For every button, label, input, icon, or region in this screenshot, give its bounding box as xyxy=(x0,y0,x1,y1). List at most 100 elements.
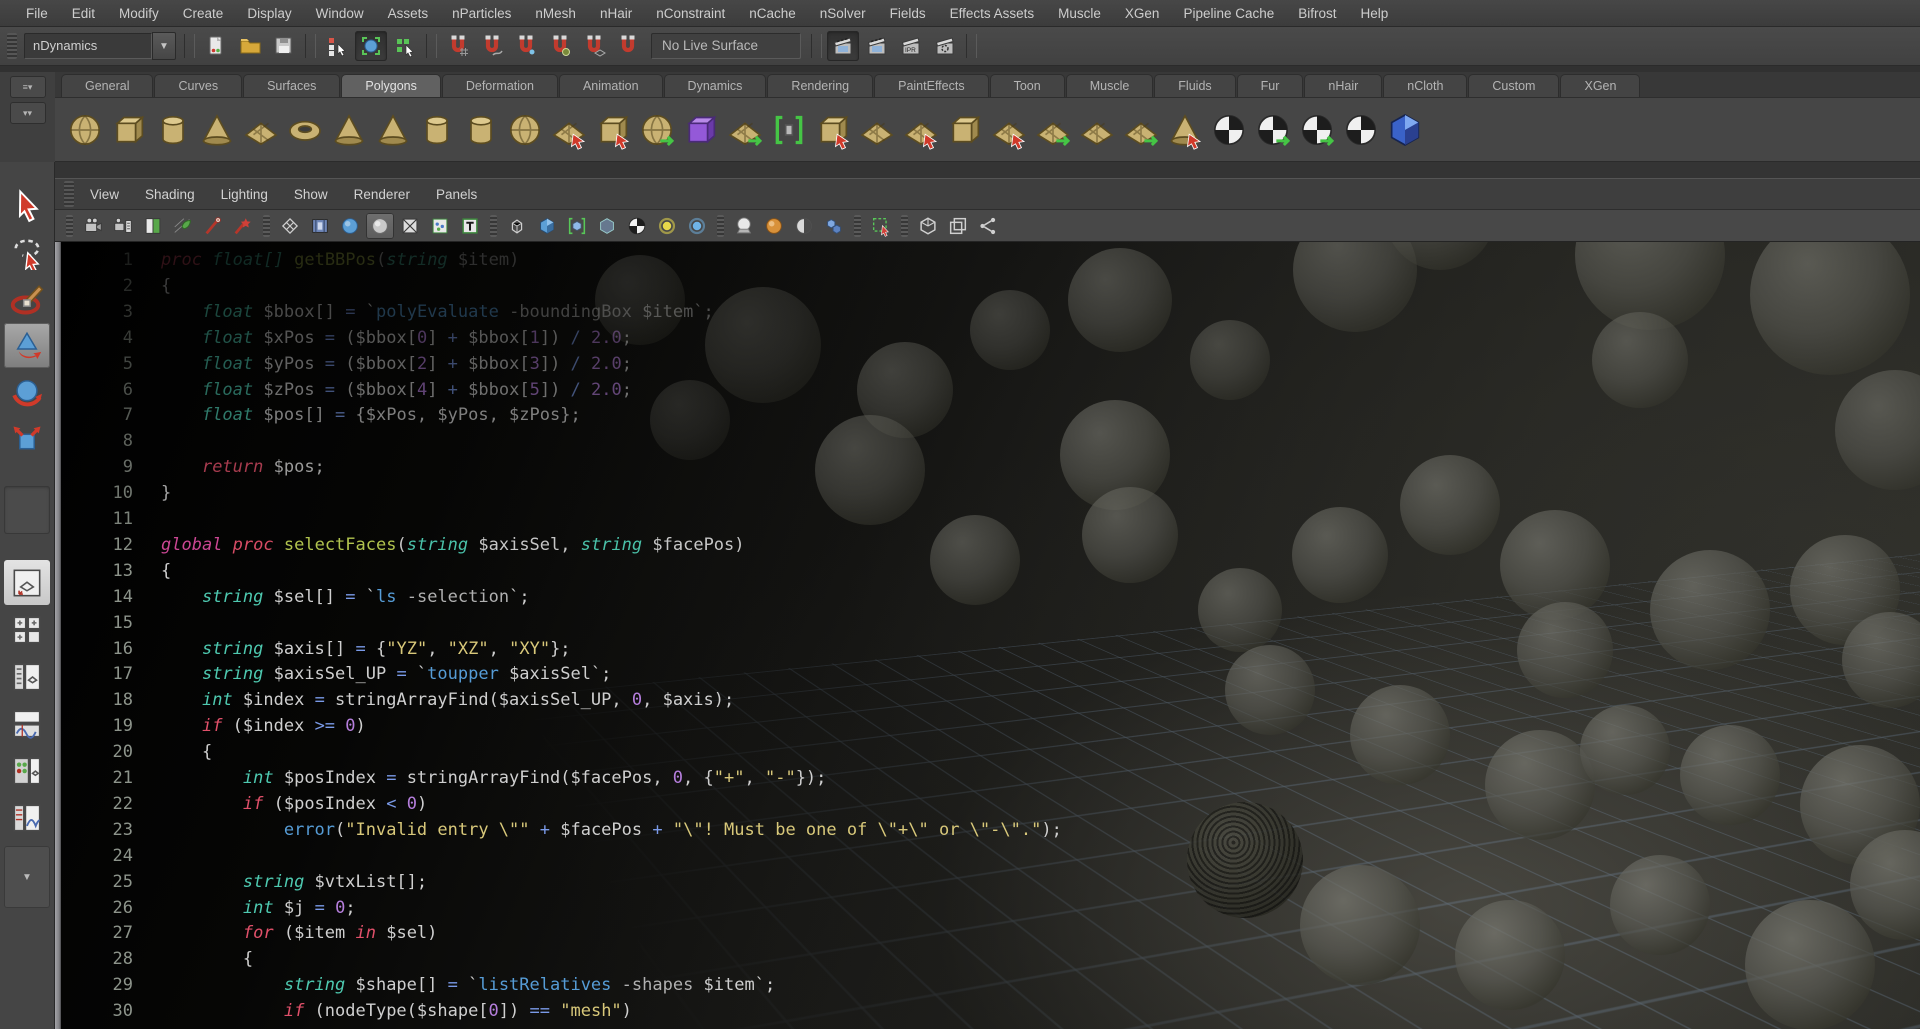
shelf-tab-ncloth[interactable]: nCloth xyxy=(1383,74,1467,97)
material-ball-icon[interactable] xyxy=(730,213,758,239)
poly-cube-shelf-icon[interactable] xyxy=(107,106,151,154)
image-plane-icon[interactable] xyxy=(169,213,197,239)
layout-persp-curve-button[interactable] xyxy=(4,795,50,840)
panel-menu-lighting[interactable]: Lighting xyxy=(208,183,281,206)
poly-bridge-shelf-icon[interactable] xyxy=(899,106,943,154)
two-d-pan-zoom-icon[interactable] xyxy=(199,213,227,239)
layout-four-pane-button[interactable] xyxy=(4,607,50,652)
rotate-tool-button[interactable] xyxy=(4,370,50,415)
layout-single-pane-button[interactable] xyxy=(4,560,50,605)
bookmarks-icon[interactable] xyxy=(139,213,167,239)
make-live-button[interactable] xyxy=(612,31,644,61)
menu-display[interactable]: Display xyxy=(235,2,303,25)
move-tool-button[interactable] xyxy=(4,323,50,368)
shelf-tab-surfaces[interactable]: Surfaces xyxy=(243,74,340,97)
open-render-view-button[interactable] xyxy=(827,31,859,61)
xray-icon[interactable] xyxy=(563,213,591,239)
shelf-tab-xgen[interactable]: XGen xyxy=(1560,74,1640,97)
shelf-tab-deformation[interactable]: Deformation xyxy=(442,74,558,97)
menu-nhair[interactable]: nHair xyxy=(588,2,644,25)
poly-soccer-ball-shelf-icon[interactable] xyxy=(503,106,547,154)
poly-edge-loop-shelf-icon[interactable] xyxy=(1031,106,1075,154)
new-scene-button[interactable] xyxy=(200,31,232,61)
live-surface-field[interactable]: No Live Surface xyxy=(651,33,801,59)
uv-checker-arrow-shelf-icon[interactable] xyxy=(1251,106,1295,154)
uv-checker-loop-shelf-icon[interactable] xyxy=(1295,106,1339,154)
select-camera-icon[interactable] xyxy=(79,213,107,239)
menu-nparticles[interactable]: nParticles xyxy=(440,2,523,25)
menu-nmesh[interactable]: nMesh xyxy=(523,2,588,25)
sculpt-tool-shelf-icon[interactable] xyxy=(1163,106,1207,154)
gate-mask-icon[interactable] xyxy=(336,213,364,239)
menu-bifrost[interactable]: Bifrost xyxy=(1286,2,1348,25)
ghost-cube-icon[interactable] xyxy=(593,213,621,239)
shadows-icon[interactable] xyxy=(790,213,818,239)
poly-prism-shelf-icon[interactable] xyxy=(327,106,371,154)
grid-toggle-icon[interactable] xyxy=(276,213,304,239)
shelf-tab-custom[interactable]: Custom xyxy=(1468,74,1559,97)
perspective-viewport[interactable]: 1proc float[] getBBPos(string $item)2{3 … xyxy=(55,242,1920,1029)
shelf-collapse-button[interactable]: ▾▾ xyxy=(10,102,46,124)
poly-bevel-shelf-icon[interactable] xyxy=(943,106,987,154)
paint-select-tool-button[interactable] xyxy=(4,276,50,321)
layered-panes-icon[interactable] xyxy=(944,213,972,239)
poly-pipe-shelf-icon[interactable] xyxy=(415,106,459,154)
poly-plane-shelf-icon[interactable] xyxy=(239,106,283,154)
render-current-frame-button[interactable] xyxy=(861,31,893,61)
poly-helix-shelf-icon[interactable] xyxy=(459,106,503,154)
menu-window[interactable]: Window xyxy=(304,2,376,25)
film-gate-icon[interactable] xyxy=(306,213,334,239)
poly-pyramid-shelf-icon[interactable] xyxy=(371,106,415,154)
panel-menu-view[interactable]: View xyxy=(77,183,132,206)
menu-file[interactable]: File xyxy=(14,2,60,25)
use-default-material-icon[interactable] xyxy=(623,213,651,239)
shelf-tab-animation[interactable]: Animation xyxy=(559,74,663,97)
select-component-mode-button[interactable] xyxy=(389,31,421,61)
shelf-tab-rendering[interactable]: Rendering xyxy=(767,74,873,97)
panel-menu-show[interactable]: Show xyxy=(281,183,341,206)
ambient-light-icon[interactable] xyxy=(683,213,711,239)
poly-mirror-shelf-icon[interactable] xyxy=(987,106,1031,154)
textured-ball-icon[interactable] xyxy=(760,213,788,239)
poly-bracket-tool-shelf-icon[interactable] xyxy=(767,106,811,154)
ipr-render-button[interactable]: IPR xyxy=(895,31,927,61)
menu-fields[interactable]: Fields xyxy=(878,2,938,25)
menu-create[interactable]: Create xyxy=(171,2,236,25)
menu-help[interactable]: Help xyxy=(1349,2,1401,25)
layout-persp-graph-button[interactable] xyxy=(4,701,50,746)
poly-merge-shelf-icon[interactable] xyxy=(635,106,679,154)
snap-to-projected-center-button[interactable] xyxy=(544,31,576,61)
menu-muscle[interactable]: Muscle xyxy=(1046,2,1113,25)
poly-sphere-shelf-icon[interactable] xyxy=(63,106,107,154)
poly-quad-draw-shelf-icon[interactable] xyxy=(1119,106,1163,154)
camera-attributes-icon[interactable] xyxy=(109,213,137,239)
statusline-grip[interactable] xyxy=(7,33,17,59)
select-hierarchy-mode-button[interactable] xyxy=(321,31,353,61)
panel-menu-panels[interactable]: Panels xyxy=(423,183,490,206)
shelf-tab-polygons[interactable]: Polygons xyxy=(341,74,440,97)
panel-menu-shading[interactable]: Shading xyxy=(132,183,208,206)
menu-nsolver[interactable]: nSolver xyxy=(808,2,878,25)
poly-torus-shelf-icon[interactable] xyxy=(283,106,327,154)
field-chart-icon[interactable] xyxy=(366,213,394,239)
poly-boolean-shelf-icon[interactable] xyxy=(679,106,723,154)
layout-hypershade-persp-button[interactable] xyxy=(4,748,50,793)
resolution-gate-icon[interactable] xyxy=(456,213,484,239)
uv-texture-shelf-icon[interactable] xyxy=(1339,106,1383,154)
menu-set-selector[interactable]: nDynamics▼ xyxy=(24,32,176,60)
menu-xgen[interactable]: XGen xyxy=(1113,2,1172,25)
poly-split-shelf-icon[interactable] xyxy=(811,106,855,154)
select-object-mode-button[interactable] xyxy=(355,31,387,61)
open-scene-button[interactable] xyxy=(234,31,266,61)
shelf-tab-general[interactable]: General xyxy=(61,74,153,97)
menu-nconstraint[interactable]: nConstraint xyxy=(644,2,737,25)
panel-toolbar-grip[interactable] xyxy=(66,215,73,237)
poly-append-shelf-icon[interactable] xyxy=(855,106,899,154)
menu-ncache[interactable]: nCache xyxy=(737,2,808,25)
shelf-tab-fur[interactable]: Fur xyxy=(1237,74,1304,97)
poly-extract-shelf-icon[interactable] xyxy=(591,106,635,154)
chevron-down-icon[interactable]: ▼ xyxy=(152,32,176,60)
lights-icon[interactable] xyxy=(653,213,681,239)
shelf-tab-fluids[interactable]: Fluids xyxy=(1154,74,1235,97)
shelf-tab-muscle[interactable]: Muscle xyxy=(1066,74,1154,97)
